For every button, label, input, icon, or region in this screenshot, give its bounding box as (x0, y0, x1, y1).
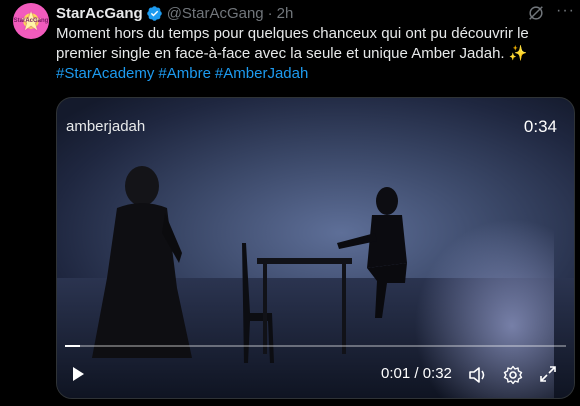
settings-gear-icon[interactable] (503, 365, 523, 385)
progress-bar[interactable] (65, 345, 566, 347)
hashtag-link[interactable]: #AmberJadah (215, 65, 308, 82)
video-controls: 0:01 / 0:32 (57, 348, 574, 398)
tweet-text: Moment hors du temps pour quelques chanc… (56, 25, 529, 62)
video-figure-seated (337, 187, 407, 318)
tweet-header: StarAcGang @StarAcGang · 2h (56, 3, 293, 23)
tweet-text-block: Moment hors du temps pour quelques chanc… (56, 24, 566, 84)
time-remaining: 0:34 (523, 117, 557, 136)
volume-icon[interactable] (468, 365, 488, 385)
avatar[interactable]: ★ StarAcGang (13, 3, 49, 39)
display-name[interactable]: StarAcGang (56, 5, 143, 22)
video-watermark: amberjadah (66, 118, 146, 135)
grok-icon[interactable] (527, 4, 545, 22)
video-figure-standing (92, 166, 192, 358)
video-timecode: 0:01 / 0:32 (381, 365, 452, 382)
hashtag-link[interactable]: #Ambre (158, 65, 211, 82)
user-handle[interactable]: @StarAcGang (167, 5, 264, 22)
verified-badge-icon (146, 5, 163, 22)
hashtags: #StarAcademy #Ambre #AmberJadah (56, 64, 566, 84)
progress-fill (65, 345, 81, 347)
separator-dot: · (267, 4, 273, 22)
more-options-icon[interactable]: ··· (556, 2, 575, 20)
fullscreen-icon[interactable] (539, 365, 557, 383)
play-icon[interactable] (70, 366, 86, 382)
avatar-logo-text: StarAcGang (13, 18, 49, 24)
hashtag-link[interactable]: #StarAcademy (56, 65, 154, 82)
video-player[interactable]: amberjadah 0:34 0:01 / 0:32 (56, 97, 575, 399)
timestamp[interactable]: 2h (277, 5, 294, 22)
